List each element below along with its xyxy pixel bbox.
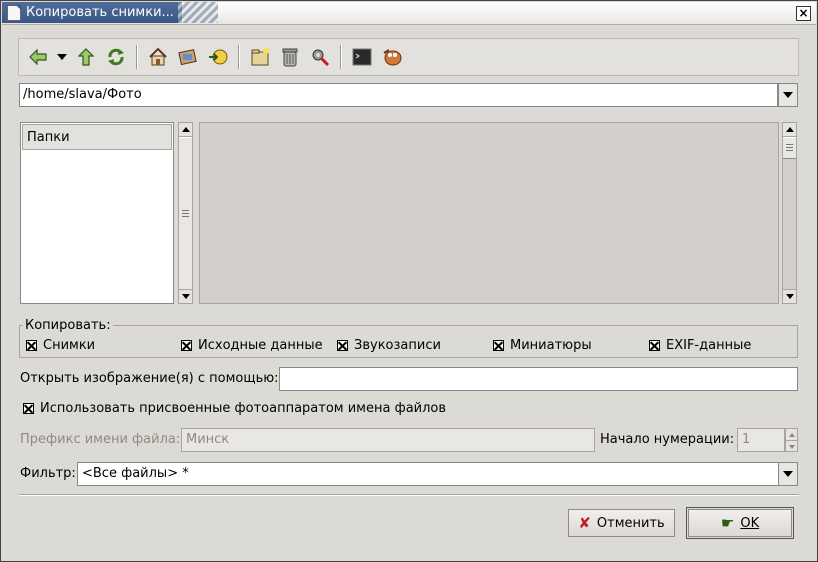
- scroll-down-icon[interactable]: [783, 289, 796, 303]
- toolbar-separator: [340, 45, 342, 69]
- cancel-button-label: Отменить: [596, 515, 665, 531]
- scrollbar-thumb[interactable]: [179, 137, 192, 291]
- scroll-up-icon[interactable]: [179, 123, 192, 137]
- album-icon[interactable]: [177, 46, 199, 68]
- checkbox-label: EXIF-данные: [666, 338, 752, 353]
- filter-input[interactable]: <Все файлы> *: [77, 462, 779, 486]
- checkbox-label: Снимки: [43, 338, 96, 353]
- refresh-icon[interactable]: [105, 46, 127, 68]
- properties-icon[interactable]: [309, 46, 331, 68]
- checkbox-use-camera-names[interactable]: Использовать присвоенные фотоаппаратом и…: [23, 401, 446, 416]
- path-input[interactable]: /home/slava/Фото: [19, 83, 778, 107]
- folders-panel[interactable]: Папки: [20, 122, 174, 304]
- scroll-up-icon[interactable]: [783, 123, 796, 137]
- checkbox-label: Звукозаписи: [354, 338, 441, 353]
- home-icon[interactable]: [147, 46, 169, 68]
- back-arrow-icon[interactable]: [27, 46, 49, 68]
- close-icon[interactable]: ×: [796, 6, 811, 21]
- cancel-button[interactable]: ✘ Отменить: [568, 509, 675, 537]
- up-arrow-icon[interactable]: [75, 46, 97, 68]
- checkbox-raw-data[interactable]: Исходные данные: [181, 338, 323, 353]
- checkbox-label: Использовать присвоенные фотоаппаратом и…: [40, 401, 447, 416]
- copy-options-legend: Копировать:: [23, 318, 113, 333]
- checkbox-checked-icon[interactable]: [26, 340, 37, 351]
- checkbox-exif[interactable]: EXIF-данные: [649, 338, 751, 353]
- window-title: Копировать снимки...: [26, 5, 174, 20]
- folders-header[interactable]: Папки: [22, 124, 172, 150]
- spin-arrows[interactable]: [785, 428, 798, 452]
- title-bar: Копировать снимки... ×: [2, 2, 816, 25]
- filter-label: Фильтр:: [20, 466, 76, 481]
- checkbox-checked-icon[interactable]: [23, 403, 34, 414]
- scrollbar-thumb[interactable]: [783, 137, 796, 159]
- title-tab[interactable]: Копировать снимки...: [2, 2, 182, 23]
- open-with-input[interactable]: [279, 367, 798, 391]
- checkbox-label: Исходные данные: [198, 338, 323, 353]
- checkbox-label: Миниатюры: [510, 338, 592, 353]
- checkbox-images[interactable]: Снимки: [26, 338, 95, 353]
- prefix-input[interactable]: Минск: [181, 428, 595, 452]
- title-decoration: [178, 2, 218, 23]
- thumbnails-scrollbar[interactable]: [782, 122, 797, 304]
- window-icon: [7, 4, 21, 21]
- gimp-icon[interactable]: [381, 46, 403, 68]
- new-folder-icon[interactable]: [249, 46, 271, 68]
- goto-icon[interactable]: [207, 46, 229, 68]
- numbering-value[interactable]: 1: [737, 428, 785, 452]
- ok-button-label: OK: [740, 515, 760, 531]
- checkbox-audio[interactable]: Звукозаписи: [337, 338, 441, 353]
- checkbox-checked-icon[interactable]: [493, 340, 504, 351]
- checkbox-checked-icon[interactable]: [337, 340, 348, 351]
- cancel-icon: ✘: [578, 513, 591, 532]
- folders-scrollbar[interactable]: [178, 122, 193, 304]
- copy-images-dialog: Копировать снимки... × /home/slava/Фото …: [0, 0, 818, 562]
- terminal-icon[interactable]: [351, 46, 373, 68]
- spin-down-icon[interactable]: [786, 440, 797, 452]
- toolbar-separator: [238, 45, 240, 69]
- spin-up-icon[interactable]: [786, 429, 797, 440]
- ok-button[interactable]: ☛ OK: [686, 507, 794, 539]
- thumbnails-area[interactable]: [199, 122, 779, 304]
- separator: [19, 494, 799, 496]
- path-dropdown-button[interactable]: [778, 83, 798, 107]
- numbering-spinbox[interactable]: 1: [737, 428, 798, 452]
- ok-icon: ☛: [720, 513, 735, 532]
- scroll-down-icon[interactable]: [179, 289, 192, 303]
- checkbox-thumbnails[interactable]: Миниатюры: [493, 338, 592, 353]
- toolbar-separator: [136, 45, 138, 69]
- filter-dropdown-button[interactable]: [778, 462, 798, 486]
- toolbar: [18, 38, 799, 76]
- numbering-label: Начало нумерации:: [600, 432, 735, 447]
- back-history-dropdown-icon[interactable]: [57, 54, 67, 60]
- prefix-label: Префикс имени файла:: [20, 432, 181, 447]
- open-with-label: Открыть изображение(я) с помощью:: [20, 371, 279, 386]
- trash-icon[interactable]: [279, 46, 301, 68]
- checkbox-checked-icon[interactable]: [649, 340, 660, 351]
- checkbox-checked-icon[interactable]: [181, 340, 192, 351]
